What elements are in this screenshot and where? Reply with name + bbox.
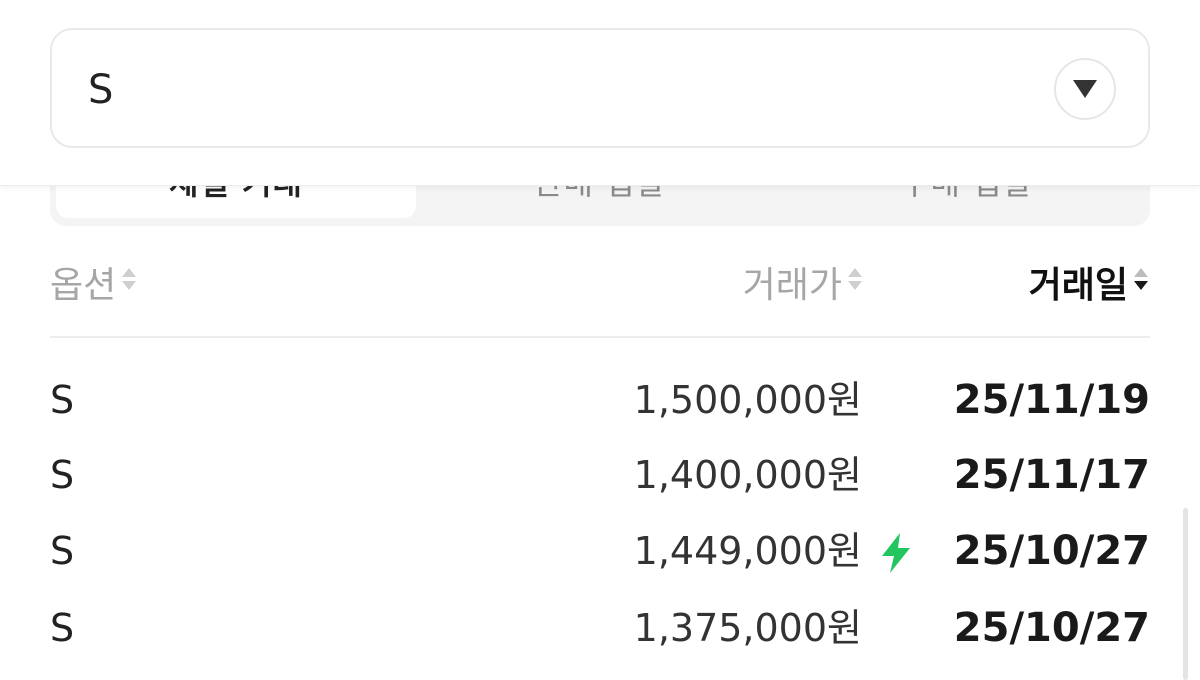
column-header-option[interactable]: 옵션 — [50, 256, 138, 308]
sort-arrows-icon — [120, 262, 138, 303]
table-row: S 1,375,000원 25/10/27 — [0, 598, 1200, 658]
table-row: S 1,449,000원 25/10/27 — [0, 521, 1200, 581]
option-select[interactable]: S — [50, 28, 1150, 148]
option-select-value: S — [88, 67, 114, 113]
column-header-date-label: 거래일 — [1028, 265, 1128, 306]
sort-arrows-icon — [1132, 262, 1150, 303]
column-header-option-label: 옵션 — [50, 265, 117, 306]
column-header-price[interactable]: 거래가 — [743, 256, 864, 308]
row-option: S — [50, 529, 75, 573]
row-option: S — [50, 606, 75, 650]
sort-arrows-icon — [846, 262, 864, 303]
triangle-down-icon[interactable] — [1054, 58, 1116, 120]
scrollbar[interactable] — [1183, 508, 1188, 680]
table-header-divider — [50, 336, 1150, 338]
column-header-date[interactable]: 거래일 — [1029, 256, 1150, 308]
row-date: 25/11/19 — [953, 377, 1150, 423]
row-date: 25/10/27 — [953, 528, 1150, 574]
trade-history-page: 체결 거래 판매 입찰 구매 입찰 S 옵션 거래가 — [0, 0, 1200, 680]
sticky-header: S — [0, 0, 1200, 186]
table-row: S 1,400,000원 25/11/17 — [0, 445, 1200, 505]
row-price: 1,500,000원 — [633, 378, 862, 422]
row-date: 25/10/27 — [953, 605, 1150, 651]
row-price: 1,400,000원 — [633, 453, 862, 497]
row-price: 1,375,000원 — [633, 606, 862, 650]
lightning-bolt-icon — [876, 531, 916, 575]
row-date: 25/11/17 — [953, 452, 1150, 498]
row-price: 1,449,000원 — [633, 529, 862, 573]
row-option: S — [50, 378, 75, 422]
row-option: S — [50, 453, 75, 497]
table-row: S 1,500,000원 25/11/19 — [0, 370, 1200, 430]
column-header-price-label: 거래가 — [742, 265, 842, 306]
